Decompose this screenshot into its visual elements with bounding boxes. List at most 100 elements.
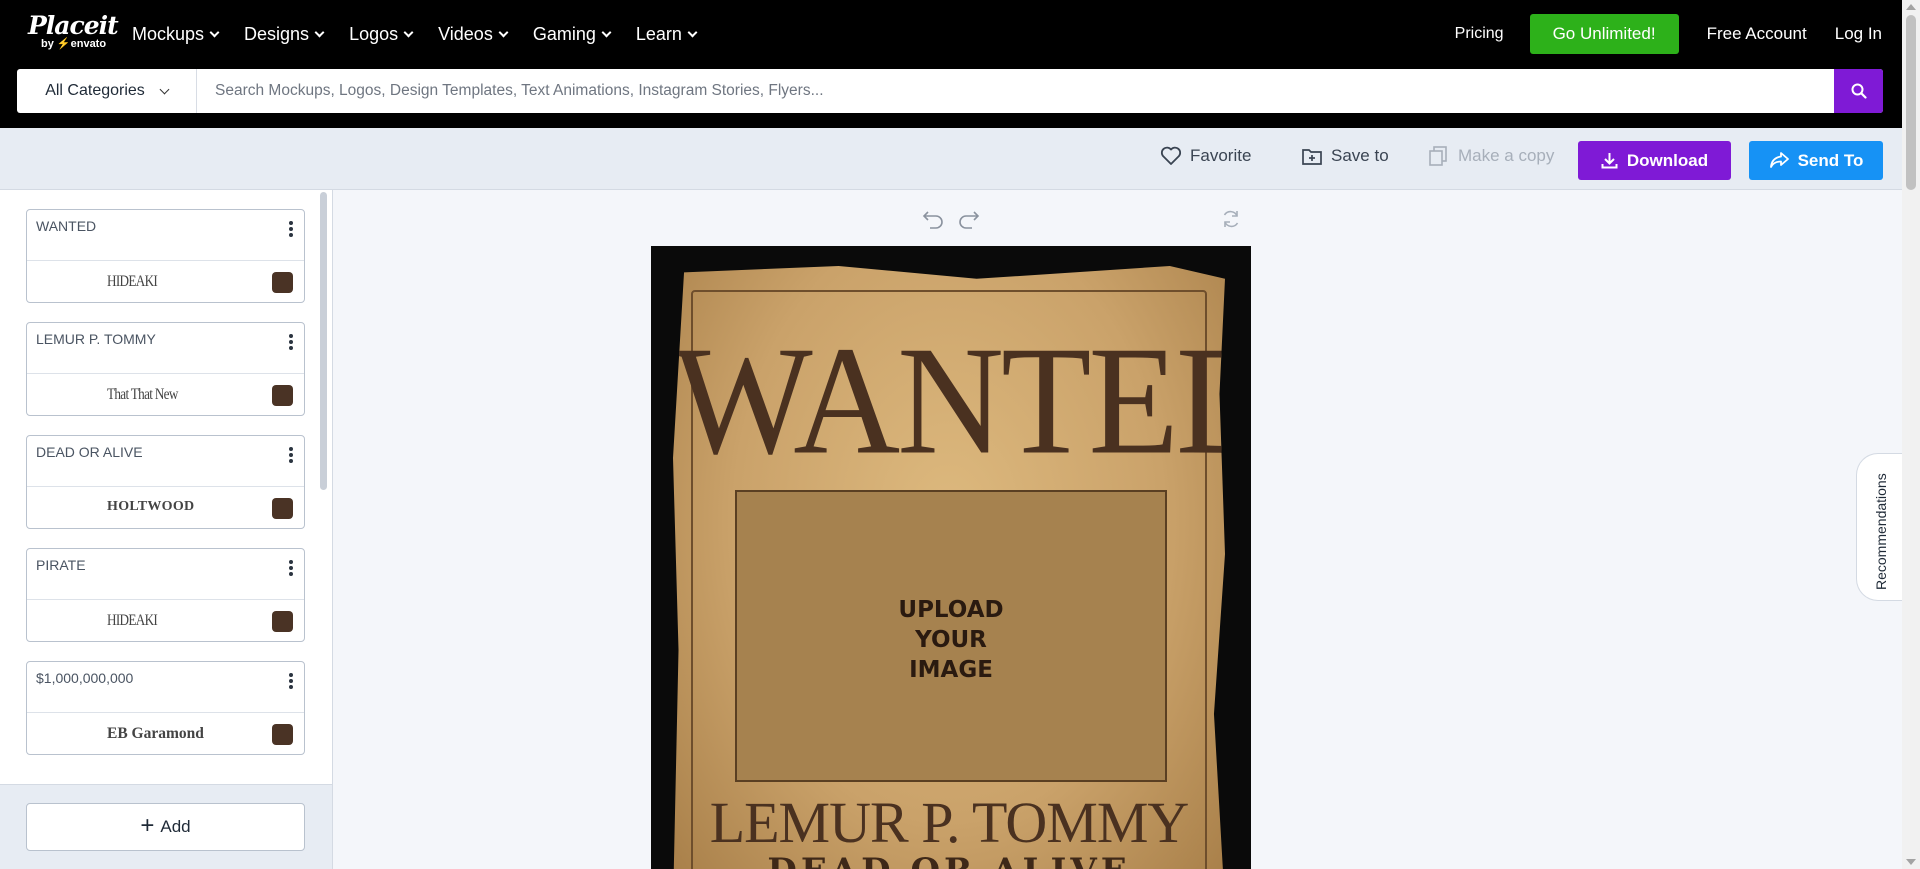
undo-icon[interactable] bbox=[921, 208, 945, 230]
poster-title[interactable]: WANTED bbox=[673, 323, 1225, 478]
upload-line-1: UPLOAD bbox=[898, 597, 1004, 623]
nav-logos-label: Logos bbox=[349, 23, 399, 44]
save-to-button[interactable]: Save to bbox=[1301, 146, 1389, 166]
nav-gaming-label: Gaming bbox=[532, 23, 596, 44]
chevron-down-icon bbox=[498, 27, 509, 37]
free-account-link[interactable]: Free Account bbox=[1707, 24, 1807, 44]
send-to-label: Send To bbox=[1797, 150, 1864, 170]
download-icon bbox=[1601, 153, 1618, 169]
editor-toolbar: Favorite Save to Make a copy Download Se… bbox=[0, 128, 1902, 190]
scroll-up-arrow-icon[interactable] bbox=[1906, 4, 1916, 10]
layer-text-field[interactable]: $1,000,000,000 bbox=[27, 662, 304, 713]
font-selector[interactable]: HIDEAKI bbox=[27, 261, 304, 303]
make-copy-label: Make a copy bbox=[1458, 146, 1555, 165]
placeit-logo[interactable]: Placeit by ⚡envato bbox=[28, 11, 119, 50]
chevron-down-icon bbox=[687, 27, 698, 37]
nav-videos-label: Videos bbox=[438, 23, 493, 44]
layer-card: $1,000,000,000 EB Garamond bbox=[26, 661, 305, 755]
search-bar-row: All Categories bbox=[0, 68, 1902, 128]
chevron-down-icon bbox=[209, 27, 220, 37]
logo-envato: envato bbox=[70, 38, 107, 50]
category-select[interactable]: All Categories bbox=[17, 69, 197, 113]
color-swatch[interactable] bbox=[272, 498, 293, 519]
search-input[interactable] bbox=[197, 69, 1834, 113]
chevron-down-icon bbox=[159, 84, 170, 94]
layer-card: LEMUR P. TOMMY That That New bbox=[26, 322, 305, 416]
font-name: HIDEAKI bbox=[107, 612, 158, 629]
refresh-icon[interactable] bbox=[1220, 208, 1242, 230]
nav-logos[interactable]: Logos bbox=[349, 23, 414, 45]
nav-videos[interactable]: Videos bbox=[438, 23, 509, 45]
send-to-button[interactable]: Send To bbox=[1749, 141, 1883, 180]
color-swatch[interactable] bbox=[272, 385, 293, 406]
image-upload-area[interactable]: UPLOAD YOUR IMAGE bbox=[735, 490, 1167, 782]
canvas-area: WANTED UPLOAD YOUR IMAGE LEMUR P. TOMMY … bbox=[333, 190, 1902, 869]
font-selector[interactable]: HOLTWOOD bbox=[27, 487, 304, 529]
design-preview[interactable]: WANTED UPLOAD YOUR IMAGE LEMUR P. TOMMY … bbox=[651, 246, 1251, 869]
copy-icon bbox=[1429, 146, 1447, 166]
make-copy-button[interactable]: Make a copy bbox=[1428, 146, 1554, 166]
layer-card: PIRATE HIDEAKI bbox=[26, 548, 305, 642]
share-icon bbox=[1769, 151, 1789, 168]
search-icon bbox=[1851, 83, 1867, 99]
download-label: Download bbox=[1626, 150, 1709, 170]
nav-designs[interactable]: Designs bbox=[244, 23, 325, 45]
nav-gaming[interactable]: Gaming bbox=[532, 23, 612, 45]
plus-icon: + bbox=[140, 812, 155, 839]
layer-text: WANTED bbox=[36, 218, 97, 234]
font-selector[interactable]: HIDEAKI bbox=[27, 600, 304, 642]
nav-designs-label: Designs bbox=[244, 23, 310, 44]
favorite-button[interactable]: Favorite bbox=[1160, 146, 1251, 166]
nav-learn-label: Learn bbox=[635, 23, 682, 44]
scrollbar-thumb[interactable] bbox=[1906, 15, 1916, 190]
poster-name[interactable]: LEMUR P. TOMMY bbox=[673, 794, 1225, 852]
panel-scrollbar[interactable] bbox=[320, 192, 327, 490]
logo-wordmark: Placeit bbox=[28, 11, 119, 40]
font-name: That That New bbox=[107, 386, 178, 403]
main-menu: Mockups Designs Logos Videos Gaming Lear… bbox=[132, 0, 722, 68]
recommendations-tab[interactable]: Recommendations bbox=[1856, 453, 1902, 601]
poster-subtitle[interactable]: DEAD OR ALIVE bbox=[673, 851, 1225, 869]
more-vertical-icon[interactable] bbox=[288, 334, 294, 352]
more-vertical-icon[interactable] bbox=[288, 673, 294, 691]
folder-plus-icon bbox=[1302, 149, 1322, 165]
font-name: EB Garamond bbox=[107, 725, 204, 742]
layer-text-field[interactable]: WANTED bbox=[27, 210, 304, 261]
color-swatch[interactable] bbox=[272, 724, 293, 745]
color-swatch[interactable] bbox=[272, 272, 293, 293]
more-vertical-icon[interactable] bbox=[288, 221, 294, 239]
save-to-label: Save to bbox=[1331, 146, 1389, 165]
text-layers-panel: WANTED HIDEAKI LEMUR P. TOMMY That That … bbox=[0, 190, 333, 869]
top-navbar: Placeit by ⚡envato Mockups Designs Logos… bbox=[0, 0, 1902, 68]
add-text-button[interactable]: + Add bbox=[26, 803, 305, 851]
logo-byline: by ⚡envato bbox=[41, 39, 118, 50]
color-swatch[interactable] bbox=[272, 611, 293, 632]
favorite-label: Favorite bbox=[1190, 146, 1252, 165]
download-button[interactable]: Download bbox=[1578, 141, 1731, 180]
scroll-down-arrow-icon[interactable] bbox=[1906, 859, 1916, 865]
font-selector[interactable]: EB Garamond bbox=[27, 713, 304, 755]
heart-icon bbox=[1160, 146, 1182, 165]
go-unlimited-button[interactable]: Go Unlimited! bbox=[1529, 14, 1679, 54]
search-button[interactable] bbox=[1834, 69, 1883, 113]
layer-text-field[interactable]: PIRATE bbox=[27, 549, 304, 600]
more-vertical-icon[interactable] bbox=[288, 447, 294, 465]
pricing-link[interactable]: Pricing bbox=[1455, 25, 1504, 43]
font-name: HIDEAKI bbox=[107, 273, 158, 290]
more-vertical-icon[interactable] bbox=[288, 560, 294, 578]
layer-text-field[interactable]: LEMUR P. TOMMY bbox=[27, 323, 304, 374]
layer-text-field[interactable]: DEAD OR ALIVE bbox=[27, 436, 304, 487]
upload-line-2: YOUR bbox=[915, 627, 987, 653]
envato-leaf-icon: ⚡ bbox=[56, 38, 71, 50]
add-label: Add bbox=[160, 817, 191, 836]
layer-card: DEAD OR ALIVE HOLTWOOD bbox=[26, 435, 305, 529]
login-link[interactable]: Log In bbox=[1835, 24, 1882, 44]
nav-mockups[interactable]: Mockups bbox=[132, 24, 220, 45]
redo-icon[interactable] bbox=[957, 208, 981, 230]
chevron-down-icon bbox=[314, 27, 325, 37]
wanted-poster: WANTED UPLOAD YOUR IMAGE LEMUR P. TOMMY … bbox=[673, 266, 1225, 869]
page-scrollbar[interactable] bbox=[1902, 0, 1920, 869]
recommendations-label: Recommendations bbox=[1873, 473, 1889, 590]
font-selector[interactable]: That That New bbox=[27, 374, 304, 416]
nav-learn[interactable]: Learn bbox=[635, 23, 698, 45]
